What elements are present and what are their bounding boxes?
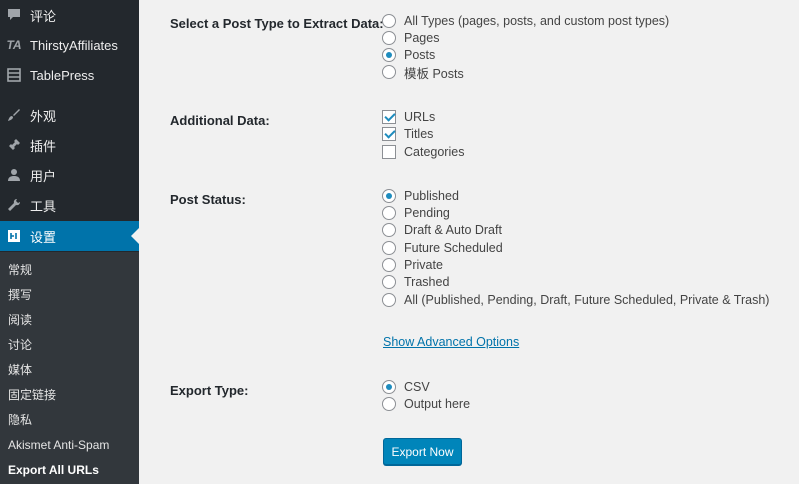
show-advanced-options-link[interactable]: Show Advanced Options bbox=[383, 335, 519, 349]
additional-option-titles[interactable]: Titles bbox=[382, 126, 433, 142]
submenu-item-privacy[interactable]: 隐私 bbox=[8, 412, 32, 428]
export-type-option-csv[interactable]: CSV bbox=[382, 379, 430, 395]
export-type-option-output-here[interactable]: Output here bbox=[382, 396, 470, 412]
status-option-pending[interactable]: Pending bbox=[382, 205, 450, 221]
thirstyaffiliates-icon: TA bbox=[6, 38, 22, 52]
active-arrow bbox=[131, 228, 139, 244]
sidebar-item-label: TablePress bbox=[30, 67, 95, 83]
sidebar-item-label: 用户 bbox=[30, 168, 57, 184]
post-type-option-posts[interactable]: Posts bbox=[382, 47, 435, 63]
export-type-label: Export Type: bbox=[170, 383, 249, 398]
post-type-label: Select a Post Type to Extract Data: bbox=[170, 16, 384, 31]
radio-button[interactable] bbox=[382, 293, 396, 307]
option-label: Trashed bbox=[404, 275, 450, 289]
sidebar-item-plugins[interactable]: 插件 bbox=[0, 130, 139, 160]
comment-icon bbox=[6, 7, 22, 23]
additional-option-urls[interactable]: URLs bbox=[382, 109, 435, 125]
radio-button[interactable] bbox=[382, 380, 396, 394]
sidebar-item-label: 插件 bbox=[30, 138, 57, 154]
settings-submenu: 常规 撰写 阅读 讨论 媒体 固定链接 隐私 Akismet Anti-Spam… bbox=[0, 252, 139, 484]
option-label: All Types (pages, posts, and custom post… bbox=[404, 14, 670, 28]
sidebar-item-users[interactable]: 用户 bbox=[0, 160, 139, 190]
sidebar-item-appearance[interactable]: 外观 bbox=[0, 100, 139, 130]
sidebar-item-tools[interactable]: 工具 bbox=[0, 190, 139, 220]
sidebar-item-settings[interactable]: 设置 bbox=[0, 221, 139, 251]
option-label: Private bbox=[404, 258, 443, 272]
wrench-icon bbox=[6, 197, 22, 213]
post-type-option-pages[interactable]: Pages bbox=[382, 30, 439, 46]
option-label: Output here bbox=[404, 397, 471, 411]
submenu-item-general[interactable]: 常规 bbox=[8, 262, 32, 278]
sidebar-item-label: 设置 bbox=[30, 229, 57, 245]
sidebar-item-thirstyaffiliates[interactable]: TA ThirstyAffiliates bbox=[0, 30, 139, 60]
submenu-item-export-all-urls[interactable]: Export All URLs bbox=[8, 462, 99, 478]
table-icon bbox=[6, 67, 22, 83]
option-label: Categories bbox=[404, 145, 465, 159]
admin-sidebar: 评论 TA ThirstyAffiliates TablePress 外观 插件… bbox=[0, 0, 139, 484]
post-status-label: Post Status: bbox=[170, 192, 246, 207]
user-icon bbox=[6, 167, 22, 183]
checkbox[interactable] bbox=[382, 110, 396, 124]
sidebar-item-comments[interactable]: 评论 bbox=[0, 0, 139, 30]
radio-button[interactable] bbox=[382, 206, 396, 220]
post-type-option-all[interactable]: All Types (pages, posts, and custom post… bbox=[382, 13, 669, 29]
submenu-item-writing[interactable]: 撰写 bbox=[8, 287, 32, 303]
option-label: Titles bbox=[404, 127, 434, 141]
sidebar-item-label: ThirstyAffiliates bbox=[30, 37, 118, 53]
additional-option-categories[interactable]: Categories bbox=[382, 144, 464, 160]
option-label: Draft & Auto Draft bbox=[404, 223, 502, 237]
option-label: Published bbox=[404, 189, 459, 203]
checkbox[interactable] bbox=[382, 127, 396, 141]
option-label: URLs bbox=[404, 110, 436, 124]
sidebar-item-label: 评论 bbox=[30, 8, 57, 24]
option-label: Future Scheduled bbox=[404, 241, 503, 255]
plugin-icon bbox=[6, 137, 22, 153]
option-label: Posts bbox=[404, 48, 436, 62]
radio-button[interactable] bbox=[382, 48, 396, 62]
radio-button[interactable] bbox=[382, 223, 396, 237]
submenu-item-akismet[interactable]: Akismet Anti-Spam bbox=[8, 437, 109, 453]
submenu-item-discussion[interactable]: 讨论 bbox=[8, 337, 32, 353]
radio-button[interactable] bbox=[382, 275, 396, 289]
submenu-item-reading[interactable]: 阅读 bbox=[8, 312, 32, 328]
sidebar-item-label: 外观 bbox=[30, 108, 57, 124]
status-option-all[interactable]: All (Published, Pending, Draft, Future S… bbox=[382, 292, 769, 308]
status-option-future[interactable]: Future Scheduled bbox=[382, 240, 503, 256]
status-option-published[interactable]: Published bbox=[382, 188, 459, 204]
settings-icon bbox=[6, 228, 22, 244]
main-content: Select a Post Type to Extract Data: All … bbox=[139, 0, 799, 484]
checkbox[interactable] bbox=[382, 145, 396, 159]
radio-button[interactable] bbox=[382, 14, 396, 28]
status-option-trashed[interactable]: Trashed bbox=[382, 274, 449, 290]
sidebar-item-tablepress[interactable]: TablePress bbox=[0, 60, 139, 90]
status-option-draft[interactable]: Draft & Auto Draft bbox=[382, 222, 502, 238]
export-now-button[interactable]: Export Now bbox=[383, 438, 462, 465]
option-label: Pending bbox=[404, 206, 450, 220]
radio-button[interactable] bbox=[382, 31, 396, 45]
additional-data-label: Additional Data: bbox=[170, 113, 270, 128]
option-label: Pages bbox=[404, 31, 440, 45]
paintbrush-icon bbox=[6, 107, 22, 123]
radio-button[interactable] bbox=[382, 258, 396, 272]
radio-button[interactable] bbox=[382, 189, 396, 203]
submenu-item-media[interactable]: 媒体 bbox=[8, 362, 32, 378]
post-type-option-template-posts[interactable]: 模板 Posts bbox=[382, 64, 464, 81]
submenu-item-permalinks[interactable]: 固定链接 bbox=[8, 387, 56, 403]
option-label: 模板 Posts bbox=[404, 66, 464, 81]
option-label: All (Published, Pending, Draft, Future S… bbox=[404, 293, 770, 307]
status-option-private[interactable]: Private bbox=[382, 257, 443, 273]
radio-button[interactable] bbox=[382, 241, 396, 255]
option-label: CSV bbox=[404, 380, 430, 394]
radio-button[interactable] bbox=[382, 65, 396, 79]
radio-button[interactable] bbox=[382, 397, 396, 411]
sidebar-item-label: 工具 bbox=[30, 198, 57, 214]
